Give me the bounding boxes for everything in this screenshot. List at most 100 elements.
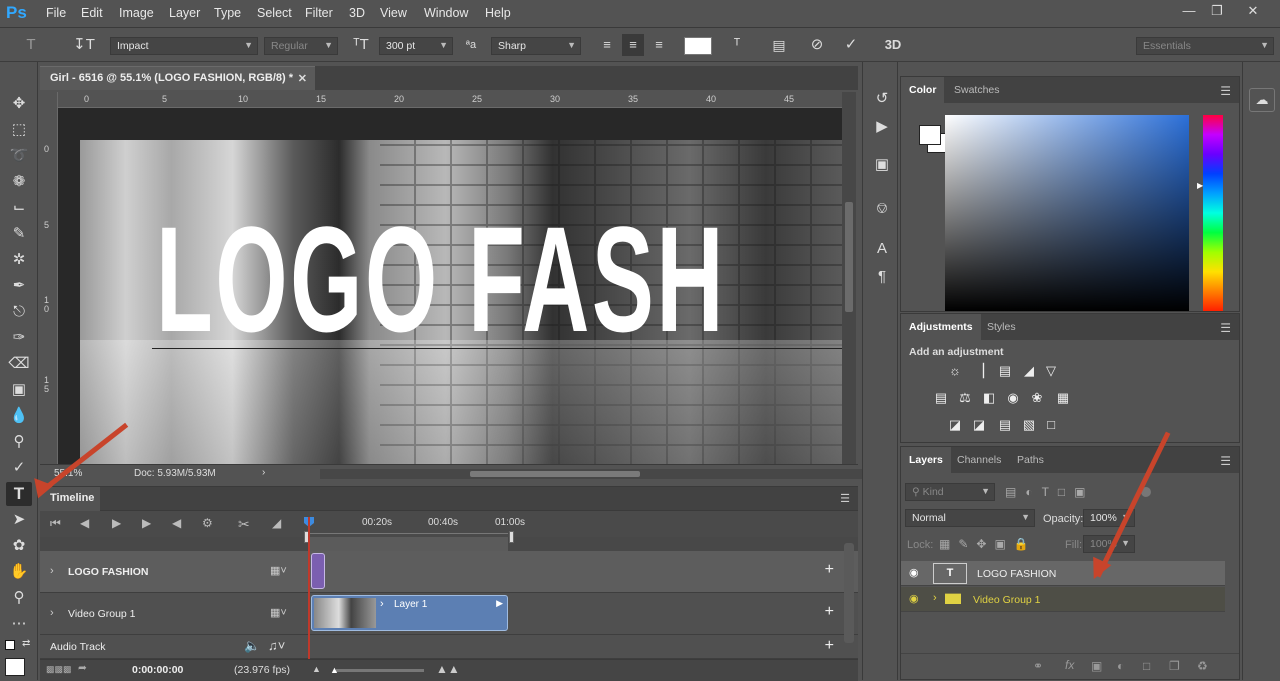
canvas-area[interactable]: LOGO FASH xyxy=(58,108,842,464)
work-area-end-handle[interactable] xyxy=(509,531,514,543)
properties-panel-icon[interactable]: ⎊ xyxy=(871,198,893,220)
zoom-in-icon[interactable]: ▲▲ xyxy=(436,662,460,676)
layer-style-icon[interactable]: fx xyxy=(1065,658,1074,672)
actions-panel-icon[interactable]: ▶ xyxy=(871,116,893,138)
menu-file[interactable]: File xyxy=(46,6,66,20)
history-brush-tool-icon[interactable]: ✑ xyxy=(6,326,32,350)
stamp-tool-icon[interactable]: ⎋ xyxy=(6,300,32,324)
split-playhead-icon[interactable]: ✂ xyxy=(238,516,250,533)
character-panel-icon[interactable]: A xyxy=(871,238,893,260)
foreground-swatch[interactable] xyxy=(919,125,941,145)
path-select-tool-icon[interactable]: ➤ xyxy=(6,508,32,532)
timeline-settings-icon[interactable]: ⚙ xyxy=(202,516,213,530)
play-icon[interactable]: ▶ xyxy=(112,516,121,530)
layer-row-logo-fashion[interactable]: ◉ T LOGO FASHION xyxy=(901,561,1225,586)
pen-tool-icon[interactable]: ✓ xyxy=(6,456,32,480)
layer-name[interactable]: Video Group 1 xyxy=(973,594,1041,606)
eraser-tool-icon[interactable]: ⌫ xyxy=(6,352,32,376)
font-size-select[interactable]: 300 pt ▼ xyxy=(379,37,453,55)
scroll-thumb[interactable] xyxy=(845,202,853,312)
new-group-icon[interactable]: □ xyxy=(1143,659,1150,673)
history-panel-icon[interactable]: ↺ xyxy=(871,88,893,110)
panel-menu-icon[interactable]: ☰ xyxy=(1220,454,1231,468)
canvas-vertical-scrollbar[interactable] xyxy=(842,92,856,464)
panel-menu-icon[interactable]: ☰ xyxy=(1220,321,1231,335)
color-field[interactable] xyxy=(945,115,1189,311)
tab-color[interactable]: Color xyxy=(901,77,945,103)
workspace-select[interactable]: Essentials ▼ xyxy=(1136,37,1274,55)
vibrance-icon[interactable]: ▽ xyxy=(1041,362,1061,380)
photo-filter-icon[interactable]: ◉ xyxy=(1003,389,1023,407)
layer-mask-icon[interactable]: ▣ xyxy=(1091,659,1102,673)
video-clip[interactable]: › Layer 1 ▶ xyxy=(311,595,508,631)
track-logo-fashion[interactable]: › LOGO FASHION ▦˅ + xyxy=(40,551,858,593)
gradient-map-icon[interactable]: □ xyxy=(1041,416,1061,434)
black-white-icon[interactable]: ◧ xyxy=(979,389,999,407)
3d-button[interactable]: 3D xyxy=(880,34,906,56)
text-color-swatch[interactable] xyxy=(684,37,712,55)
healing-tool-icon[interactable]: ✲ xyxy=(6,248,32,272)
expand-chevron-icon[interactable]: › xyxy=(50,607,54,619)
more-tools-icon[interactable]: ⋯ xyxy=(6,612,32,636)
selective-color-icon[interactable]: ▧ xyxy=(1019,416,1039,434)
paragraph-panel-icon[interactable]: ¶ xyxy=(871,266,893,288)
channel-mixer-icon[interactable]: ❀ xyxy=(1027,389,1047,407)
film-icon[interactable]: ▦˅ xyxy=(270,564,287,577)
next-frame-icon[interactable]: ▶ xyxy=(142,516,151,530)
curves-icon[interactable]: ▤ xyxy=(995,362,1015,380)
brightness-icon[interactable]: ☼ xyxy=(945,362,965,380)
menu-3d[interactable]: 3D xyxy=(349,6,365,20)
text-orientation-icon[interactable]: ↧T xyxy=(73,34,95,56)
tab-adjustments[interactable]: Adjustments xyxy=(901,314,981,340)
hand-tool-icon[interactable]: ✋ xyxy=(6,560,32,584)
commit-icon[interactable]: ✓ xyxy=(840,34,862,56)
shape-tool-icon[interactable]: ✿ xyxy=(6,534,32,558)
move-tool-icon[interactable]: ✥ xyxy=(6,92,32,116)
close-icon[interactable]: ✕ xyxy=(1238,1,1268,21)
tab-styles[interactable]: Styles xyxy=(979,314,1024,340)
speaker-icon[interactable]: 🔈 xyxy=(244,638,260,654)
color-lookup-icon[interactable]: ▦ xyxy=(1053,389,1073,407)
swap-colors-icon[interactable]: ⇄ xyxy=(22,638,30,649)
menu-edit[interactable]: Edit xyxy=(81,6,103,20)
hue-pointer-icon[interactable]: ▶ xyxy=(1197,181,1203,190)
color-balance-icon[interactable]: ⚖ xyxy=(955,389,975,407)
foreground-color-swatch[interactable] xyxy=(5,658,25,676)
canvas-text-layer[interactable]: LOGO FASH xyxy=(156,204,726,354)
layer-filter-icons[interactable]: ▤◐T□▣ xyxy=(1005,485,1095,499)
go-to-first-frame-icon[interactable]: ⏮ xyxy=(50,516,61,531)
marquee-tool-icon[interactable]: ⬚ xyxy=(6,118,32,142)
zoom-out-icon[interactable]: ▲ xyxy=(312,664,321,674)
menu-filter[interactable]: Filter xyxy=(305,6,333,20)
info-menu-chevron-icon[interactable]: › xyxy=(262,467,265,478)
document-tab[interactable]: Girl - 6516 @ 55.1% (LOGO FASHION, RGB/8… xyxy=(40,66,315,90)
tab-channels[interactable]: Channels xyxy=(949,447,1009,473)
invert-icon[interactable]: ◪ xyxy=(945,416,965,434)
hue-saturation-icon[interactable]: ▤ xyxy=(931,389,951,407)
visibility-eye-icon[interactable]: ◉ xyxy=(909,592,919,605)
panel-menu-icon[interactable]: ☰ xyxy=(840,492,850,505)
hue-slider[interactable] xyxy=(1203,115,1223,311)
font-style-select[interactable]: Regular ▼ xyxy=(264,37,338,55)
new-layer-icon[interactable]: ❐ xyxy=(1169,659,1180,673)
add-media-icon[interactable]: + xyxy=(825,561,834,579)
link-layers-icon[interactable]: ⚭ xyxy=(1033,659,1043,673)
gradient-tool-icon[interactable]: ▣ xyxy=(6,378,32,402)
lock-icons[interactable]: ▦✎✥▣🔒 xyxy=(939,537,1037,551)
menu-view[interactable]: View xyxy=(380,6,407,20)
zoom-tool-icon[interactable]: ⚲ xyxy=(6,586,32,610)
align-left-icon[interactable]: ≡ xyxy=(596,34,618,56)
default-colors-icon[interactable] xyxy=(5,640,15,650)
blur-tool-icon[interactable]: 💧 xyxy=(6,404,32,428)
align-right-icon[interactable]: ≡ xyxy=(648,34,670,56)
film-icon[interactable]: ▦˅ xyxy=(270,606,287,619)
close-document-icon[interactable]: ✕ xyxy=(298,72,307,85)
dodge-tool-icon[interactable]: ⚲ xyxy=(6,430,32,454)
layer-name[interactable]: LOGO FASHION xyxy=(977,568,1056,580)
audio-mute-icon[interactable]: ◀ xyxy=(172,516,181,530)
add-media-icon[interactable]: + xyxy=(825,603,834,621)
clip-menu-icon[interactable]: ▶ xyxy=(496,598,503,609)
layer-row-video-group[interactable]: ◉ › Video Group 1 xyxy=(901,587,1225,612)
tab-swatches[interactable]: Swatches xyxy=(946,77,1008,103)
menu-image[interactable]: Image xyxy=(119,6,154,20)
